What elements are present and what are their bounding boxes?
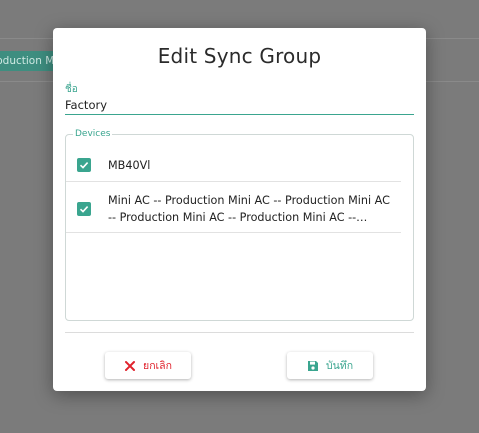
dialog-divider [65, 332, 414, 333]
check-icon [79, 205, 89, 213]
device-label: MB40Vl [108, 158, 151, 172]
edit-sync-group-dialog: Edit Sync Group ชื่อ Devices MB40Vl Mini… [53, 28, 426, 391]
save-button-label: บันทึก [325, 360, 354, 372]
name-input[interactable] [65, 96, 414, 115]
save-icon [307, 360, 319, 372]
name-field-label: ชื่อ [65, 84, 78, 95]
background-chip: Production Mini AC [0, 51, 60, 71]
device-item[interactable]: MB40Vl [66, 149, 401, 182]
cancel-button-label: ยกเลิก [143, 360, 172, 372]
dialog-title: Edit Sync Group [157, 44, 322, 68]
device-label: Mini AC -- Production Mini AC -- Product… [108, 193, 390, 224]
devices-fieldset: Devices MB40Vl Mini AC -- Production Min… [65, 129, 414, 321]
cancel-button[interactable]: ยกเลิก [105, 352, 191, 379]
device-item[interactable]: Mini AC -- Production Mini AC -- Product… [66, 185, 401, 233]
device-checkbox[interactable] [77, 158, 91, 172]
device-checkbox[interactable] [77, 201, 91, 216]
close-icon [124, 360, 136, 372]
devices-legend: Devices [73, 129, 113, 139]
check-icon [79, 162, 89, 169]
save-button[interactable]: บันทึก [287, 352, 373, 379]
